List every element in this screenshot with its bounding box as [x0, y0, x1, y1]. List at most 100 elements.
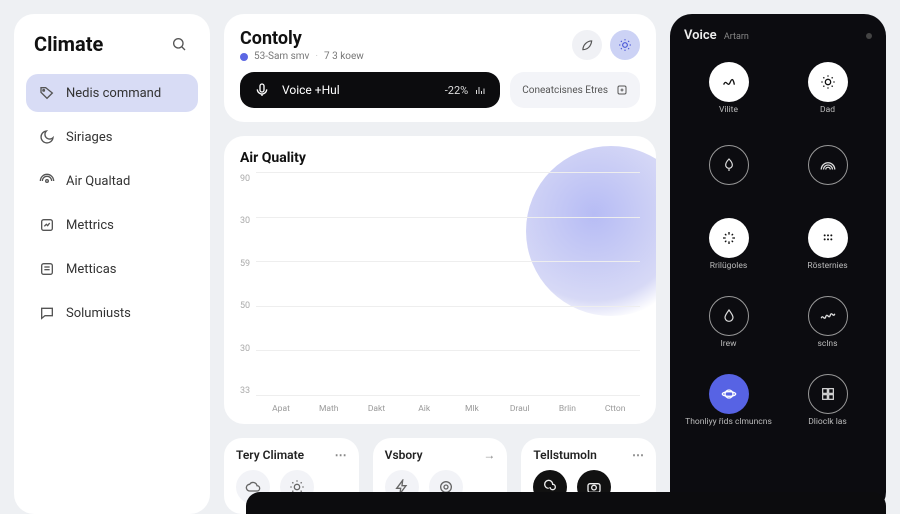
- voice-option-label: Rösternies: [807, 262, 847, 271]
- action-button-2[interactable]: [610, 30, 640, 60]
- voice-panel-title: Voice: [684, 28, 717, 43]
- page-subtitle: 53-Sam smv · 7 3 koew: [240, 51, 364, 62]
- voice-option-label: Irew: [720, 340, 736, 349]
- voice-option[interactable]: [783, 131, 872, 203]
- sun-icon: [808, 62, 848, 102]
- dots-icon: [808, 218, 848, 258]
- nav-label: Nedis command: [66, 86, 161, 101]
- chart-title: Air Quality: [240, 150, 640, 166]
- chart-x-axis: ApatMathDaktAikMlkDraulBrlinCtton: [256, 404, 640, 414]
- nav-item-metticas[interactable]: Metticas: [26, 250, 198, 288]
- grid-icon: [808, 374, 848, 414]
- voice-option-label: Thonliyy řids clmuncns: [685, 418, 772, 427]
- tile-title: Vsbory: [385, 448, 423, 462]
- voice-option-label: Vilite: [719, 106, 738, 115]
- x-tick: Mlk: [451, 404, 493, 414]
- header-card: Contoly 53-Sam smv · 7 3 koew: [224, 14, 656, 122]
- chat-icon: [38, 304, 56, 322]
- search-icon: [171, 36, 187, 52]
- x-tick: Dakt: [356, 404, 398, 414]
- voice-panel-header: Voice Artarn: [684, 28, 872, 43]
- nav-item-mettrics[interactable]: Mettrics: [26, 206, 198, 244]
- chevron-icon: ⋯: [632, 448, 644, 462]
- tile-title: Tery Climate: [236, 448, 304, 462]
- broadcast-icon: [38, 172, 56, 190]
- nav-list: Nedis command Siriages Air Qualtad Mettr…: [26, 74, 198, 332]
- voice-panel: Voice Artarn Vilite Dad Rrilügoles Rösterni…: [670, 14, 886, 514]
- voice-option[interactable]: Rrilügoles: [684, 209, 773, 281]
- moon-icon: [38, 128, 56, 146]
- connections-chip[interactable]: Coneatcisnes Etres: [510, 72, 640, 108]
- action-button-1[interactable]: [572, 30, 602, 60]
- x-tick: Brlin: [547, 404, 589, 414]
- tree-icon: [709, 145, 749, 185]
- x-tick: Apat: [260, 404, 302, 414]
- list-icon: [38, 260, 56, 278]
- y-tick: 33: [240, 386, 250, 396]
- scribble-icon: [709, 62, 749, 102]
- mic-icon: [254, 82, 270, 98]
- nav-label: Air Qualtad: [66, 174, 130, 189]
- chevron-icon: →: [483, 448, 495, 462]
- nav-item-solumiusts[interactable]: Solumiusts: [26, 294, 198, 332]
- sidebar: Climate Nedis command Siriages Air Qualt…: [14, 14, 210, 514]
- y-tick: 30: [240, 344, 250, 354]
- connections-label: Coneatcisnes Etres: [522, 85, 608, 96]
- rainbow-icon: [808, 145, 848, 185]
- search-button[interactable]: [168, 33, 190, 55]
- voice-grid: Vilite Dad Rrilügoles Rösternies Irew sclns Th…: [684, 53, 872, 498]
- voice-option[interactable]: Thonliyy řids clmuncns: [684, 365, 773, 437]
- chart-y-axis: 90 30 59 50 30 33: [240, 172, 256, 414]
- x-tick: Aik: [403, 404, 445, 414]
- voice-bar-label: Voice +Hul: [282, 83, 340, 97]
- wave-icon: [808, 296, 848, 336]
- nav-label: Metticas: [66, 262, 117, 277]
- chart-bars: [256, 172, 640, 396]
- bottom-dock[interactable]: [246, 492, 886, 514]
- tag-icon: [38, 84, 56, 102]
- voice-option[interactable]: [684, 131, 773, 203]
- status-text-a: 53-Sam smv: [254, 51, 309, 62]
- voice-option-label: Dlioclk las: [808, 418, 847, 427]
- voice-option[interactable]: sclns: [783, 287, 872, 359]
- status-dot-icon: [240, 53, 248, 61]
- y-tick: 50: [240, 301, 250, 311]
- voice-option[interactable]: Dlioclk las: [783, 365, 872, 437]
- voice-option[interactable]: Irew: [684, 287, 773, 359]
- sidebar-title: Climate: [34, 32, 103, 56]
- sparkle-icon: [709, 218, 749, 258]
- voice-option[interactable]: Vilite: [684, 53, 773, 125]
- nav-item-siriages[interactable]: Siriages: [26, 118, 198, 156]
- voice-bar-value: -22%: [445, 84, 486, 97]
- voice-panel-subtitle: Artarn: [724, 32, 749, 42]
- leaf-icon: [580, 38, 594, 52]
- chart-body: 903059503033 ApatMathDaktAikMlkDraulBrli…: [240, 172, 640, 414]
- main-area: Contoly 53-Sam smv · 7 3 koew: [224, 14, 656, 514]
- nav-label: Mettrics: [66, 218, 114, 233]
- header-actions: [572, 30, 640, 60]
- nav-item-command[interactable]: Nedis command: [26, 74, 198, 112]
- sidebar-header: Climate: [26, 30, 198, 68]
- y-tick: 59: [240, 259, 250, 269]
- nav-label: Siriages: [66, 130, 112, 145]
- nav-label: Solumiusts: [66, 306, 131, 321]
- gauge-icon: [38, 216, 56, 234]
- droplet-icon: [709, 296, 749, 336]
- status-dot-icon: [866, 33, 872, 39]
- voice-option[interactable]: Dad: [783, 53, 872, 125]
- air-quality-card: Air Quality 90 30 59 50 30 33 Apat Math Dakt Aik…: [224, 136, 656, 424]
- voice-option-label: sclns: [818, 340, 838, 349]
- planet-icon: [709, 374, 749, 414]
- y-tick: 30: [240, 216, 250, 226]
- voice-option-label: Rrilügoles: [710, 262, 748, 271]
- voice-option-label: Dad: [820, 106, 835, 115]
- page-title: Contoly: [240, 28, 364, 49]
- x-tick: Math: [308, 404, 350, 414]
- voice-option[interactable]: Rösternies: [783, 209, 872, 281]
- y-tick: 90: [240, 174, 250, 184]
- expand-icon: [616, 84, 628, 96]
- chevron-icon: ⋯: [335, 448, 347, 462]
- x-tick: Ctton: [594, 404, 636, 414]
- voice-bar[interactable]: Voice +Hul -22%: [240, 72, 500, 108]
- nav-item-air-quality[interactable]: Air Qualtad: [26, 162, 198, 200]
